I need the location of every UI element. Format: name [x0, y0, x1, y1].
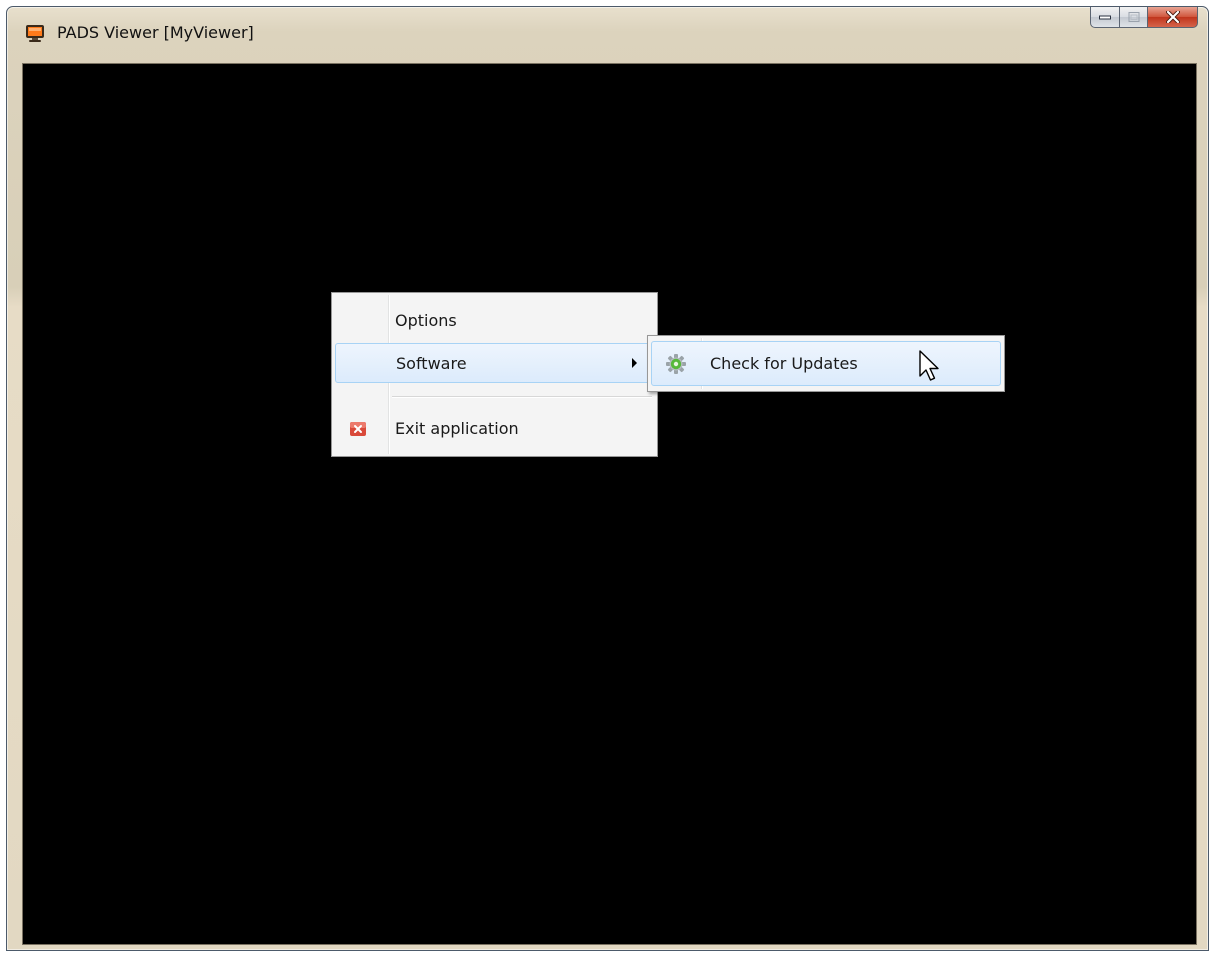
app-monitor-icon [25, 23, 45, 43]
mouse-pointer-icon [919, 350, 939, 381]
app-window: PADS Viewer [MyViewer] [6, 6, 1209, 951]
menu-item-options[interactable]: Options [335, 301, 654, 341]
close-button[interactable] [1148, 7, 1198, 28]
software-submenu: Check for Updates [647, 335, 1005, 392]
maximize-button[interactable] [1120, 7, 1148, 28]
menu-item-label: Options [395, 311, 457, 330]
menu-item-label: Exit application [395, 419, 519, 438]
minimize-button[interactable] [1090, 7, 1120, 28]
close-icon [1165, 11, 1180, 23]
menu-item-software[interactable]: Software [335, 343, 654, 383]
menu-item-label: Software [396, 354, 467, 373]
menu-separator [392, 396, 652, 398]
menu-item-exit-application[interactable]: Exit application [335, 409, 654, 449]
caption-buttons [1090, 7, 1198, 29]
menu-item-label: Check for Updates [710, 354, 858, 373]
minimize-icon [1099, 15, 1111, 20]
window-title: PADS Viewer [MyViewer] [57, 23, 254, 42]
context-menu: Options Software Exit application [331, 292, 658, 457]
submenu-arrow-icon [632, 358, 637, 368]
title-bar[interactable]: PADS Viewer [MyViewer] [7, 7, 1208, 59]
viewer-canvas[interactable] [22, 63, 1197, 945]
menu-item-check-for-updates[interactable]: Check for Updates [651, 341, 1001, 386]
exit-icon [349, 420, 367, 438]
maximize-icon [1128, 12, 1139, 22]
gear-icon [665, 353, 687, 375]
